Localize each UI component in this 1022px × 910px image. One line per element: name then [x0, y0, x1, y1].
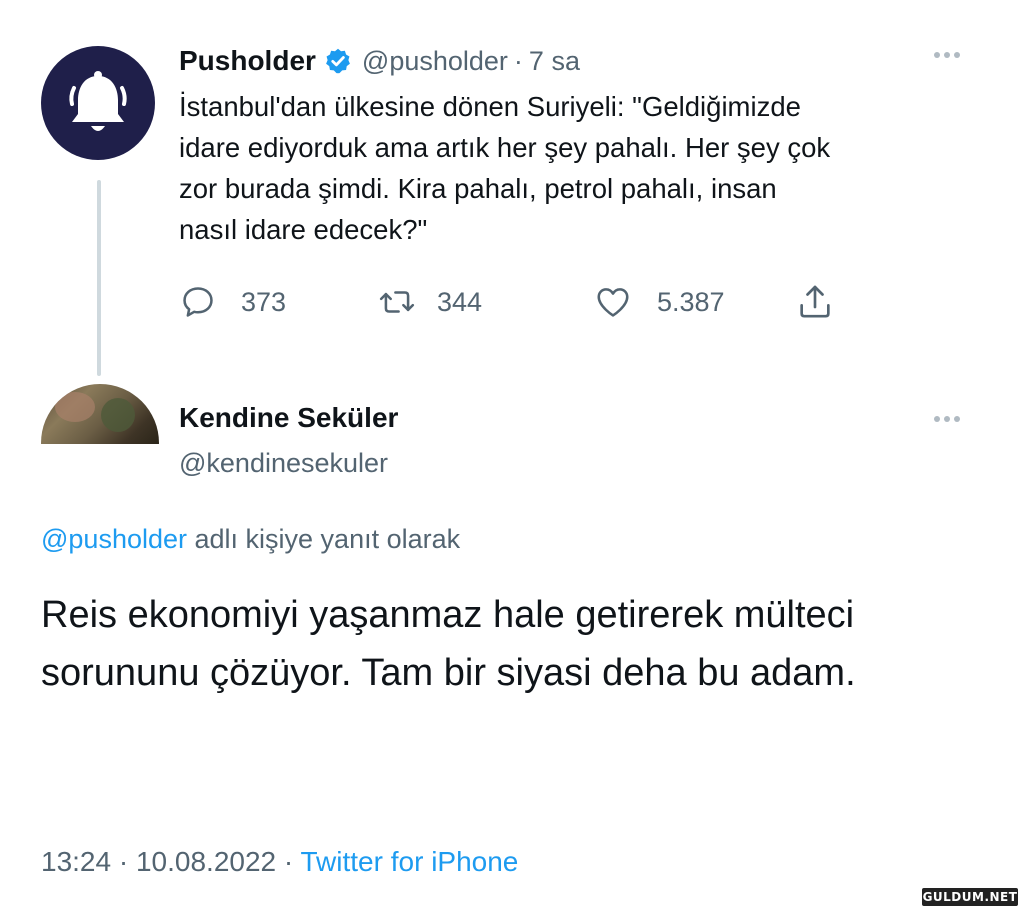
reply-text: Reis ekonomiyi yaşanmaz hale getirerek m…	[41, 594, 856, 694]
tweet-metadata: 13:24 · 10.08.2022 · Twitter for iPhone	[41, 846, 518, 878]
like-button[interactable]: 5.387	[593, 280, 725, 324]
reply-bubble-icon	[183, 287, 213, 317]
more-options-button[interactable]	[934, 52, 960, 58]
kendine-sekuler-avatar[interactable]	[41, 384, 159, 502]
pusholder-avatar[interactable]	[41, 46, 155, 160]
tweet-header: Pusholder @pusholder · 7 sa	[179, 40, 979, 82]
tweet-actions: 373 344 5.387	[179, 280, 859, 324]
author-handle[interactable]: @pusholder	[362, 46, 508, 77]
reply-count: 373	[241, 286, 287, 317]
verified-badge-icon	[324, 47, 352, 75]
reply-author-name[interactable]: Kendine Seküler	[179, 402, 398, 434]
more-dots-icon	[934, 416, 960, 422]
heart-icon	[597, 288, 629, 317]
reply-date[interactable]: 10.08.2022	[136, 846, 276, 877]
avatar-photo	[41, 384, 159, 444]
retweet-icon	[379, 291, 415, 313]
retweet-button[interactable]: 344	[377, 280, 482, 324]
meta-separator: ·	[118, 846, 129, 877]
tweet-text: İstanbul'dan ülkesine dönen Suriyeli: "G…	[179, 91, 831, 245]
replying-to-handle-link[interactable]: @pusholder	[41, 524, 187, 554]
share-button[interactable]	[795, 280, 835, 324]
share-icon	[800, 285, 830, 318]
retweet-count: 344	[437, 286, 483, 317]
reply-time[interactable]: 13:24	[41, 846, 111, 877]
reply-author-handle[interactable]: @kendinesekuler	[179, 448, 388, 479]
more-dots-icon	[934, 52, 960, 58]
thread-connector-line	[97, 180, 101, 376]
replying-to-line: @pusholder adlı kişiye yanıt olarak	[41, 524, 460, 555]
tweet-time[interactable]: 7 sa	[529, 46, 580, 77]
replying-to-label: adlı kişiye yanıt olarak	[187, 524, 461, 554]
bell-icon	[69, 71, 127, 131]
author-name[interactable]: Pusholder	[179, 45, 316, 77]
reply-more-options-button[interactable]	[934, 416, 960, 422]
site-watermark: GULDUM.NET	[922, 888, 1018, 906]
like-count: 5.387	[657, 286, 725, 317]
tweet-source-link[interactable]: Twitter for iPhone	[301, 846, 519, 877]
meta-separator: ·	[283, 846, 294, 877]
separator-dot: ·	[513, 45, 523, 76]
reply-button[interactable]: 373	[179, 280, 286, 324]
